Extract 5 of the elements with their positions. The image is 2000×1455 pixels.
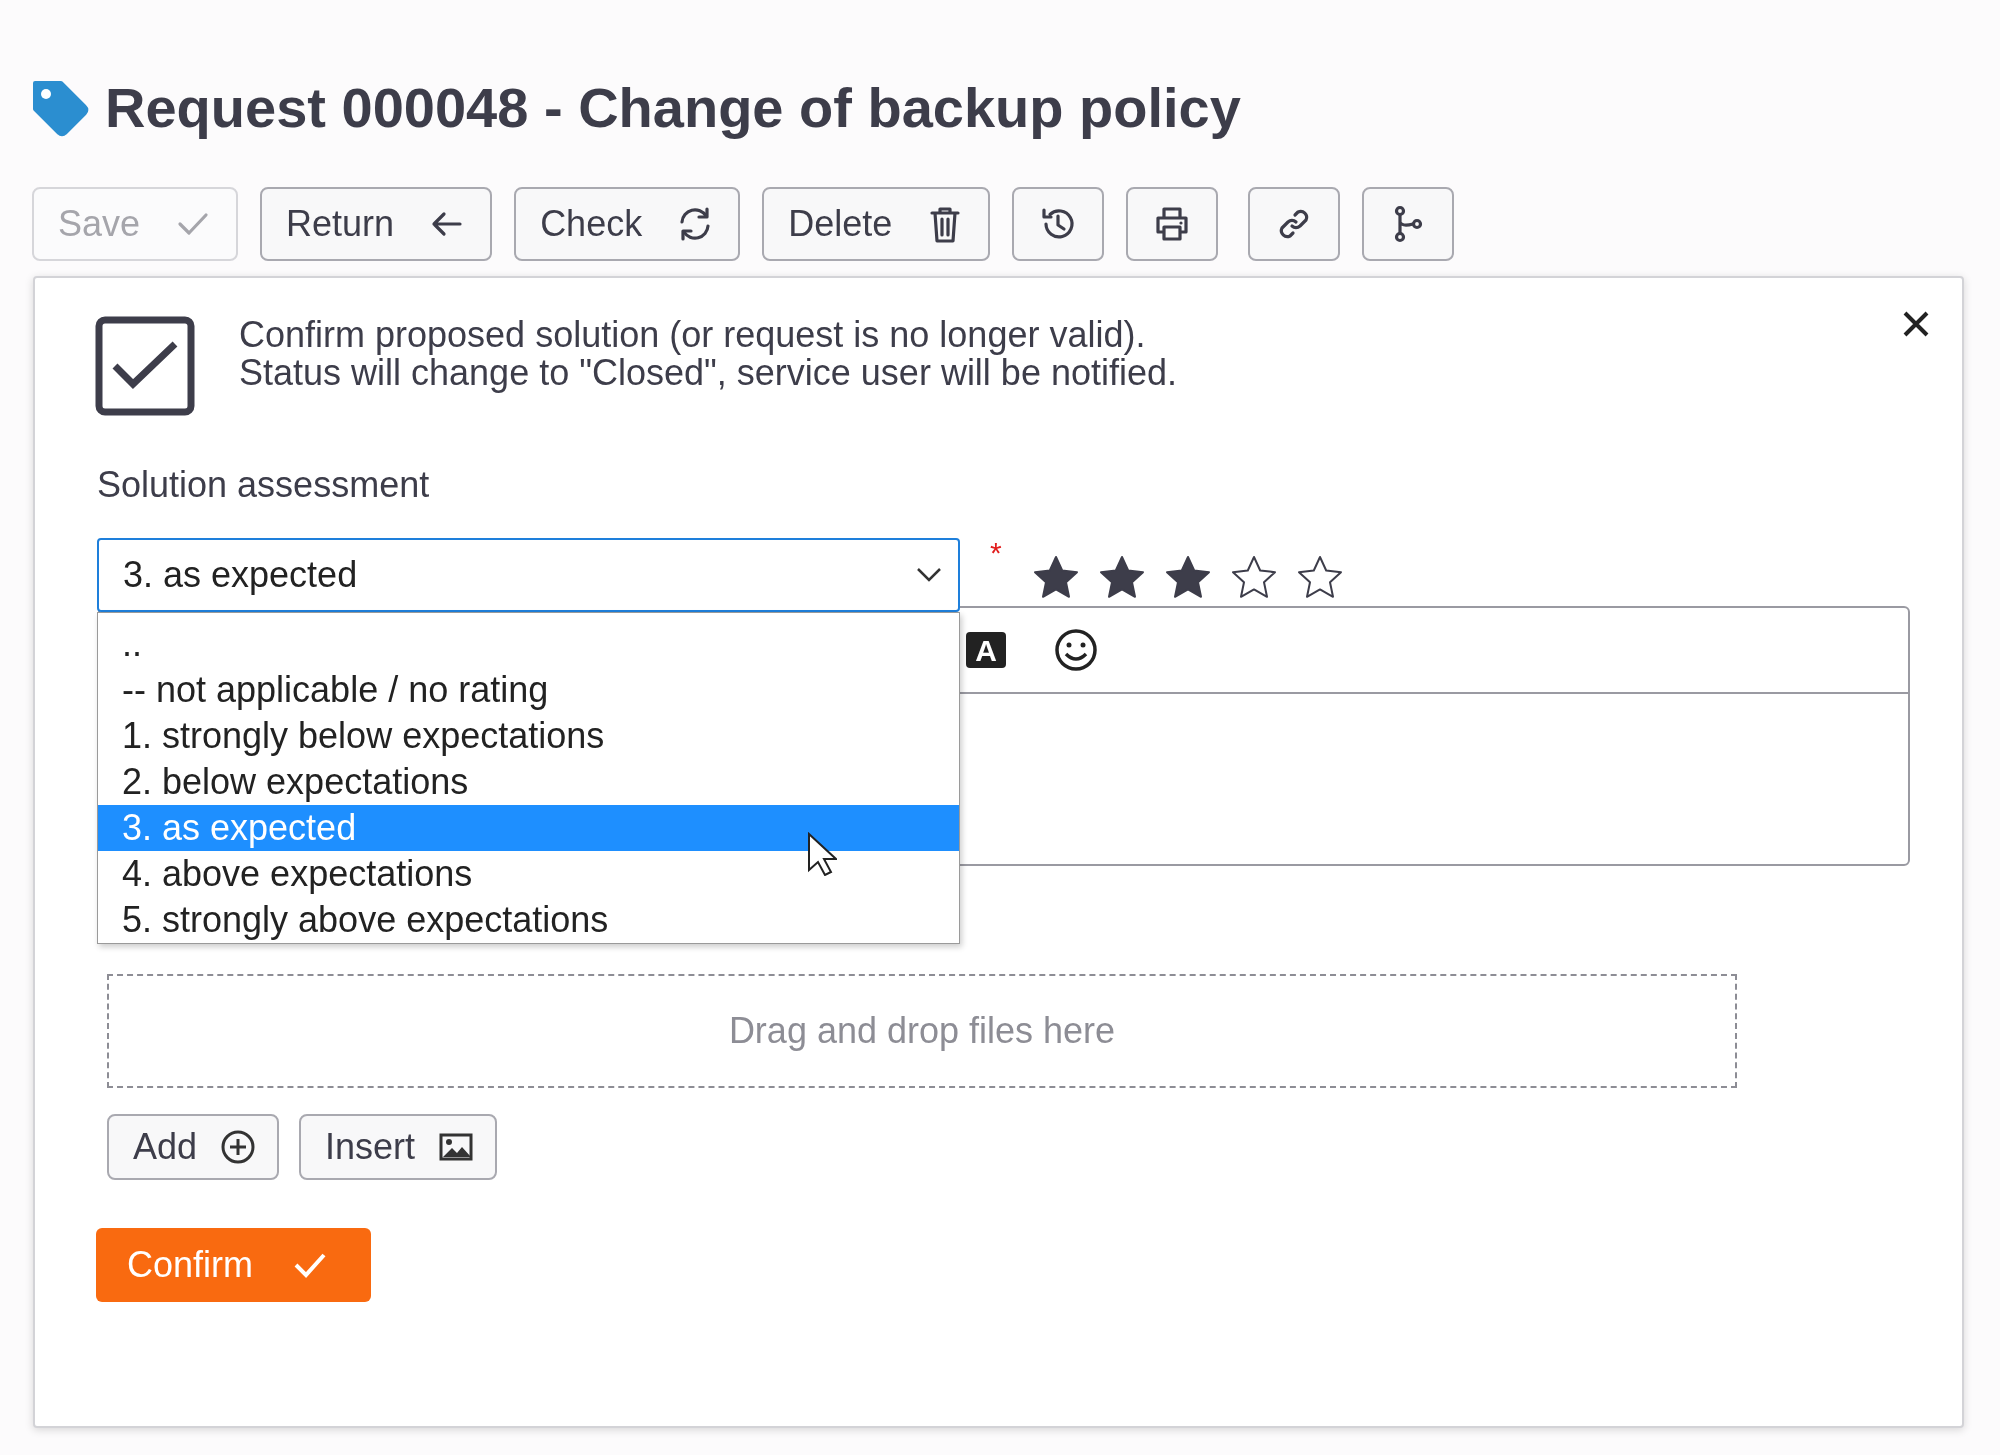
field-label: Solution assessment bbox=[96, 463, 431, 507]
confirm-message: Confirm proposed solution (or request is no longer valid). bbox=[239, 316, 1147, 354]
status-message: Status will change to "Closed", service user will be notified. bbox=[239, 354, 1177, 392]
required-mark: * bbox=[990, 538, 1002, 568]
page-title: Request 000048 - Change of backup policy bbox=[105, 74, 1241, 141]
